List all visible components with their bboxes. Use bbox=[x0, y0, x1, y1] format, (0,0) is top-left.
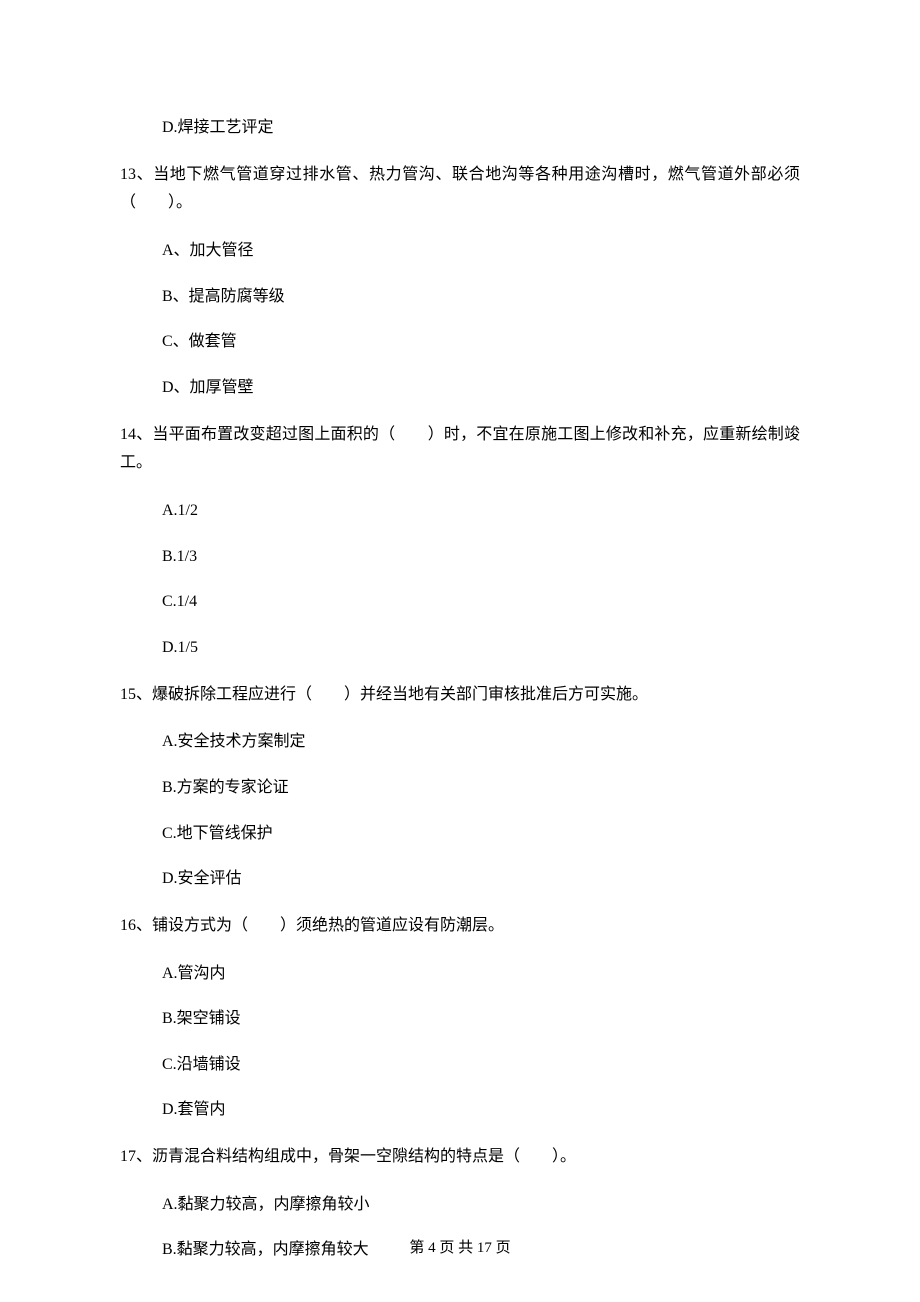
q15-option-c: C.地下管线保护 bbox=[162, 821, 800, 847]
q15-option-b: B.方案的专家论证 bbox=[162, 775, 800, 801]
q16-option-b: B.架空铺设 bbox=[162, 1006, 800, 1032]
q13-option-a: A、加大管径 bbox=[162, 238, 800, 264]
q14-option-d: D.1/5 bbox=[162, 635, 800, 661]
q16-stem: 16、铺设方式为（ ）须绝热的管道应设有防潮层。 bbox=[120, 912, 800, 941]
page-content: D.焊接工艺评定 13、当地下燃气管道穿过排水管、热力管沟、联合地沟等各种用途沟… bbox=[0, 0, 920, 1263]
q14-option-a: A.1/2 bbox=[162, 498, 800, 524]
q13-option-d: D、加厚管壁 bbox=[162, 375, 800, 401]
q12-option-d: D.焊接工艺评定 bbox=[162, 115, 800, 141]
q15-option-a: A.安全技术方案制定 bbox=[162, 729, 800, 755]
q13-option-c: C、做套管 bbox=[162, 329, 800, 355]
q14-option-c: C.1/4 bbox=[162, 589, 800, 615]
q17-option-a: A.黏聚力较高，内摩擦角较小 bbox=[162, 1192, 800, 1218]
q13-stem: 13、当地下燃气管道穿过排水管、热力管沟、联合地沟等各种用途沟槽时，燃气管道外部… bbox=[120, 161, 800, 219]
q16-option-d: D.套管内 bbox=[162, 1097, 800, 1123]
q13-option-b: B、提高防腐等级 bbox=[162, 284, 800, 310]
q14-option-b: B.1/3 bbox=[162, 544, 800, 570]
q15-stem: 15、爆破拆除工程应进行（ ）并经当地有关部门审核批准后方可实施。 bbox=[120, 681, 800, 710]
q17-stem: 17、沥青混合料结构组成中，骨架一空隙结构的特点是（ ）。 bbox=[120, 1143, 800, 1172]
q15-option-d: D.安全评估 bbox=[162, 866, 800, 892]
q16-option-a: A.管沟内 bbox=[162, 961, 800, 987]
q14-stem: 14、当平面布置改变超过图上面积的（ ）时，不宜在原施工图上修改和补充，应重新绘… bbox=[120, 421, 800, 479]
q16-option-c: C.沿墙铺设 bbox=[162, 1052, 800, 1078]
page-footer: 第 4 页 共 17 页 bbox=[0, 1236, 920, 1260]
